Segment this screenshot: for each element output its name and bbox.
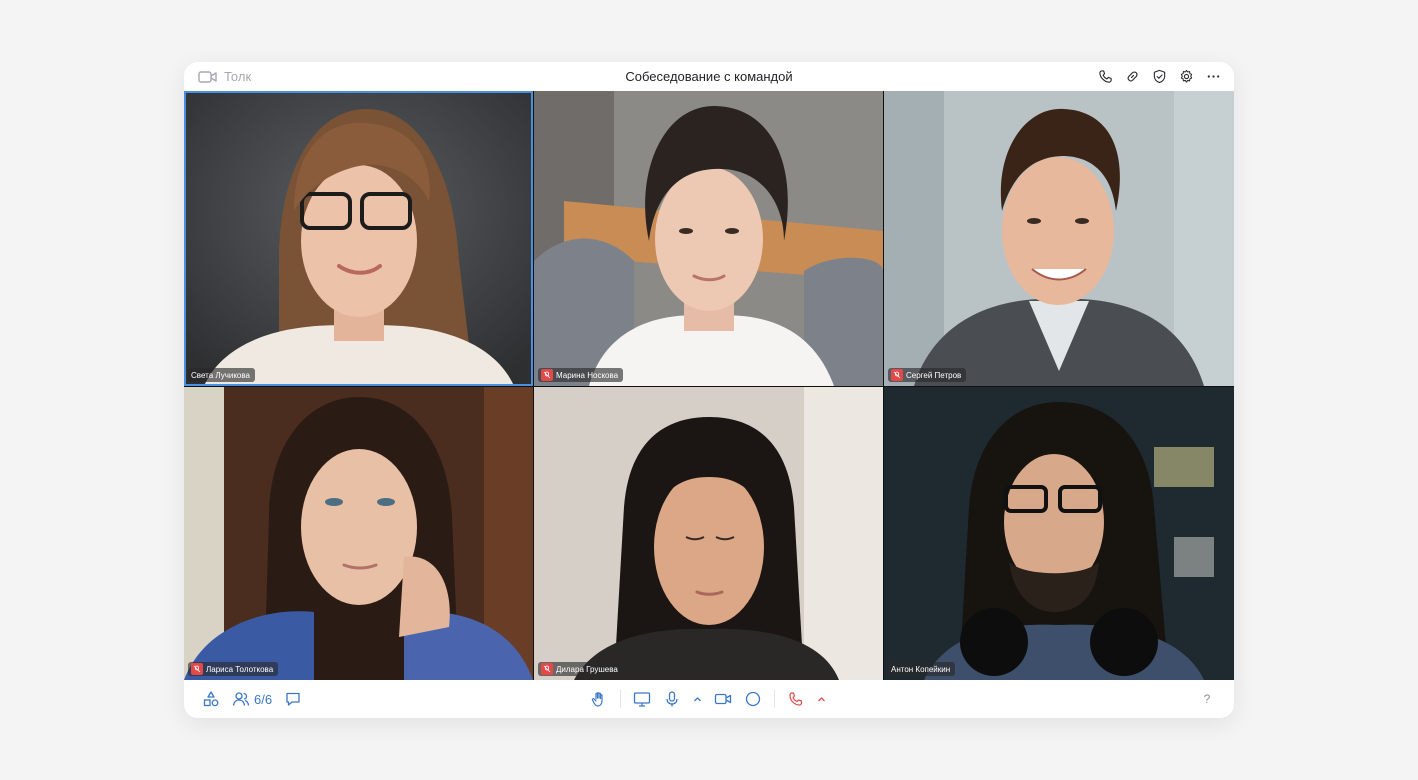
participant-video	[884, 91, 1234, 386]
video-tile[interactable]: Дилара Грушева	[534, 387, 883, 680]
participant-name: Света Лучикова	[191, 370, 250, 380]
chevron-up-icon	[693, 695, 702, 704]
participant-name-tag: Света Лучикова	[188, 368, 255, 382]
toolbar-center	[590, 680, 826, 718]
participant-name: Антон Копейкин	[891, 664, 951, 674]
end-call-options-button[interactable]	[817, 695, 826, 704]
title-bar: Толк Собеседование с командой	[184, 62, 1234, 91]
mic-off-icon	[891, 369, 903, 381]
video-tile[interactable]: Света Лучикова	[184, 91, 533, 386]
video-tile[interactable]: Марина Носкова	[534, 91, 883, 386]
participant-name: Марина Носкова	[556, 370, 619, 380]
participant-name-tag: Сергей Петров	[888, 368, 967, 382]
participants-count: 6/6	[254, 691, 273, 707]
participant-video	[884, 387, 1234, 680]
participants-button[interactable]: 6/6	[232, 690, 272, 708]
participant-name-tag: Лариса Толоткова	[188, 662, 279, 676]
more-icon[interactable]	[1205, 68, 1222, 85]
shield-check-icon[interactable]	[1151, 68, 1168, 85]
video-camera-icon	[714, 690, 732, 708]
toolbar-divider	[774, 690, 775, 708]
chat-icon	[284, 690, 302, 708]
call-toolbar: 6/6 ?	[184, 680, 1234, 718]
participant-name-tag: Марина Носкова	[538, 368, 624, 382]
end-call-button[interactable]	[787, 690, 805, 708]
participant-name: Сергей Петров	[906, 370, 962, 380]
video-grid: Света Лучикова Марина Носкова Сергей Пет…	[184, 91, 1234, 680]
phone-icon[interactable]	[1097, 68, 1114, 85]
microphone-button[interactable]	[663, 690, 681, 708]
screen-share-button[interactable]	[633, 690, 651, 708]
participant-name-tag: Антон Копейкин	[888, 662, 956, 676]
camera-button[interactable]	[714, 690, 732, 708]
header-actions	[1097, 62, 1222, 91]
participant-video	[184, 387, 533, 680]
chevron-up-icon	[817, 695, 826, 704]
call-window: Толк Собеседование с командой Света Лучи…	[184, 62, 1234, 718]
help-button[interactable]: ?	[1198, 690, 1216, 708]
link-icon[interactable]	[1124, 68, 1141, 85]
record-button[interactable]	[744, 690, 762, 708]
raise-hand-button[interactable]	[590, 690, 608, 708]
meeting-title: Собеседование с командой	[625, 69, 793, 84]
hang-up-icon	[787, 690, 805, 708]
hand-icon	[590, 690, 608, 708]
video-tile[interactable]: Лариса Толоткова	[184, 387, 533, 680]
users-icon	[232, 690, 250, 708]
shapes-button[interactable]	[202, 690, 220, 708]
microphone-icon	[663, 690, 681, 708]
mic-off-icon	[541, 369, 553, 381]
screen-share-icon	[633, 690, 651, 708]
participant-name: Лариса Толоткова	[206, 664, 274, 674]
video-tile[interactable]: Антон Копейкин	[884, 387, 1234, 680]
mic-off-icon	[191, 663, 203, 675]
video-tile[interactable]: Сергей Петров	[884, 91, 1234, 386]
chat-button[interactable]	[284, 690, 302, 708]
shapes-icon	[202, 690, 220, 708]
toolbar-divider	[620, 690, 621, 708]
participant-video	[184, 91, 533, 386]
toolbar-left: 6/6	[202, 680, 302, 718]
mic-off-icon	[541, 663, 553, 675]
record-icon	[744, 690, 762, 708]
participant-name-tag: Дилара Грушева	[538, 662, 623, 676]
participant-video	[534, 91, 883, 386]
microphone-options-button[interactable]	[693, 695, 702, 704]
participant-video	[534, 387, 883, 680]
toolbar-right: ?	[1198, 680, 1216, 718]
gear-icon[interactable]	[1178, 68, 1195, 85]
participant-name: Дилара Грушева	[556, 664, 618, 674]
